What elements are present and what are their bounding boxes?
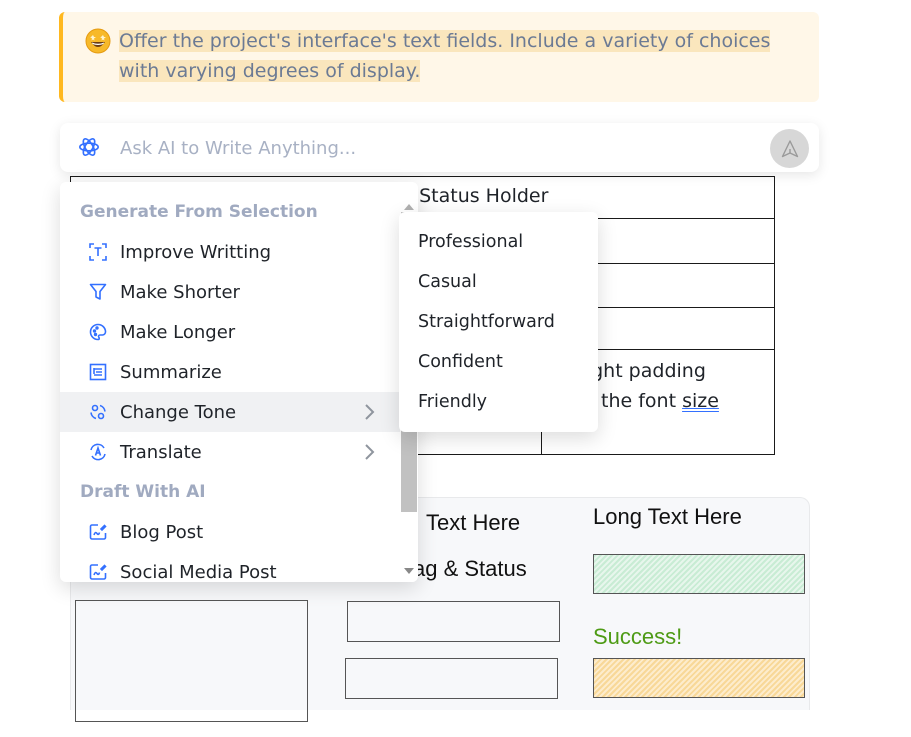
text-prefix: the font: [601, 390, 683, 413]
funnel-icon: [88, 282, 108, 302]
sketch-input-box[interactable]: [347, 601, 560, 642]
menu-item-label: Summarize: [120, 361, 222, 383]
menu-item-blog-post[interactable]: Blog Post: [60, 512, 400, 552]
menu-item-label: Change Tone: [120, 401, 237, 423]
scroll-up-arrow-icon[interactable]: [404, 204, 414, 210]
menu-item-label: Blog Post: [120, 521, 204, 543]
tone-option-label: Straightforward: [418, 312, 555, 332]
tone-submenu: Professional Casual Straightforward Conf…: [399, 212, 598, 432]
tone-option-label: Confident: [418, 352, 503, 372]
sketch-warning-field[interactable]: [593, 658, 805, 698]
menu-group-title: Generate From Selection: [80, 202, 318, 222]
callout-line-1: Offer the project's interface's text fie…: [119, 30, 771, 52]
tone-option-casual[interactable]: Casual: [399, 262, 598, 302]
sketch-success-field[interactable]: [593, 554, 805, 594]
callout-text: Offer the project's interface's text fie…: [119, 26, 799, 86]
menu-item-label: Improve Writting: [120, 241, 272, 263]
menu-item-make-shorter[interactable]: Make Shorter: [60, 272, 400, 312]
spellcheck-word[interactable]: size: [682, 390, 719, 412]
ai-prompt-bar: [60, 123, 819, 172]
tone-option-friendly[interactable]: Friendly: [399, 382, 598, 422]
menu-item-label: Make Shorter: [120, 281, 240, 303]
sketch-label-long-text: Long Text Here: [593, 504, 742, 529]
menu-item-label: Social Media Post: [120, 561, 277, 583]
menu-item-improve-writing[interactable]: Improve Writting: [60, 232, 400, 272]
callout-line-2: with varying degrees of display.: [119, 60, 421, 82]
star-struck-emoji-icon: [85, 28, 111, 54]
edit-box-icon: [88, 522, 108, 542]
success-message: Success!: [593, 624, 683, 649]
menu-item-translate[interactable]: Translate: [60, 432, 400, 472]
callout-block: Offer the project's interface's text fie…: [59, 12, 819, 102]
sketch-label-text-here: Text Here: [426, 510, 521, 535]
sketch-label-tag-status: ag & Status: [413, 556, 527, 581]
menu-item-label: Make Longer: [120, 321, 236, 343]
tone-option-confident[interactable]: Confident: [399, 342, 598, 382]
scroll-down-arrow-icon[interactable]: [404, 568, 414, 574]
tone-option-professional[interactable]: Professional: [399, 222, 598, 262]
menu-item-social-media-post[interactable]: Social Media Post: [60, 552, 400, 582]
send-button[interactable]: [770, 129, 809, 168]
text-bracket-icon: [88, 242, 108, 262]
sketch-input-box[interactable]: [345, 658, 558, 699]
menu-item-change-tone[interactable]: Change Tone: [60, 392, 400, 432]
tone-option-label: Professional: [418, 232, 524, 252]
send-icon: [781, 139, 798, 157]
chevron-right-icon: [365, 404, 375, 420]
menu-item-summarize[interactable]: Summarize: [60, 352, 400, 392]
tone-icon: [88, 402, 108, 422]
tone-option-straightforward[interactable]: Straightforward: [399, 302, 598, 342]
menu-item-label: Translate: [120, 441, 202, 463]
ai-atom-icon: [79, 138, 99, 156]
ai-command-menu: Generate From Selection Improve Writting…: [60, 182, 418, 582]
ai-prompt-input[interactable]: [118, 133, 742, 163]
tone-option-label: Friendly: [418, 392, 488, 412]
chevron-right-icon: [365, 444, 375, 460]
translate-icon: [88, 442, 108, 462]
menu-list: Generate From Selection Improve Writting…: [60, 182, 400, 582]
menu-group-title: Draft With AI: [80, 482, 206, 502]
edit-box-icon: [88, 562, 108, 582]
tone-option-label: Casual: [418, 272, 477, 292]
menu-item-make-longer[interactable]: Make Longer: [60, 312, 400, 352]
list-icon: [88, 362, 108, 382]
table-cell-text: d Status Holder: [401, 185, 549, 207]
palette-icon: [88, 322, 108, 342]
sketch-textarea-box[interactable]: [75, 600, 308, 722]
